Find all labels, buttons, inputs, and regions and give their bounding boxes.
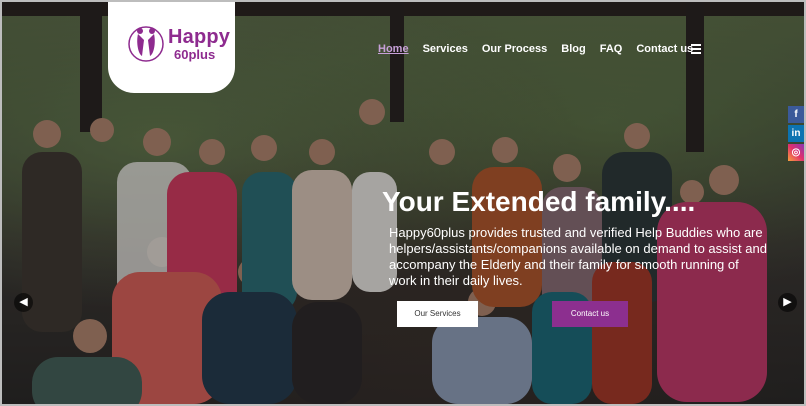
browser-frame: Happy 60plus Home Services Our Process B…: [0, 0, 806, 406]
site-logo[interactable]: Happy 60plus: [108, 2, 235, 93]
our-services-button[interactable]: Our Services: [397, 301, 478, 327]
nav-blog[interactable]: Blog: [561, 43, 585, 55]
menu-hamburger-icon[interactable]: [691, 44, 701, 56]
hero-description: Happy60plus provides trusted and verifie…: [389, 225, 767, 288]
instagram-icon[interactable]: ◎: [788, 144, 804, 161]
main-nav: Home Services Our Process Blog FAQ Conta…: [378, 43, 707, 55]
nav-home[interactable]: Home: [378, 43, 409, 55]
logo-text-happy: Happy: [168, 26, 231, 48]
slider-prev-icon[interactable]: ◀: [14, 293, 33, 312]
contact-us-button[interactable]: Contact us: [552, 301, 628, 327]
nav-our-process[interactable]: Our Process: [482, 43, 547, 55]
logo-text-60plus: 60plus: [174, 47, 216, 62]
logo-emblem-icon: [128, 26, 164, 62]
nav-contact-us[interactable]: Contact us: [636, 43, 693, 55]
nav-services[interactable]: Services: [423, 43, 468, 55]
facebook-icon[interactable]: f: [788, 106, 804, 123]
nav-faq[interactable]: FAQ: [600, 43, 623, 55]
linkedin-icon[interactable]: in: [788, 125, 804, 142]
social-sidebar: f in ◎: [788, 106, 804, 163]
slider-next-icon[interactable]: ▶: [778, 293, 797, 312]
hero-headline: Your Extended family....: [382, 186, 696, 217]
